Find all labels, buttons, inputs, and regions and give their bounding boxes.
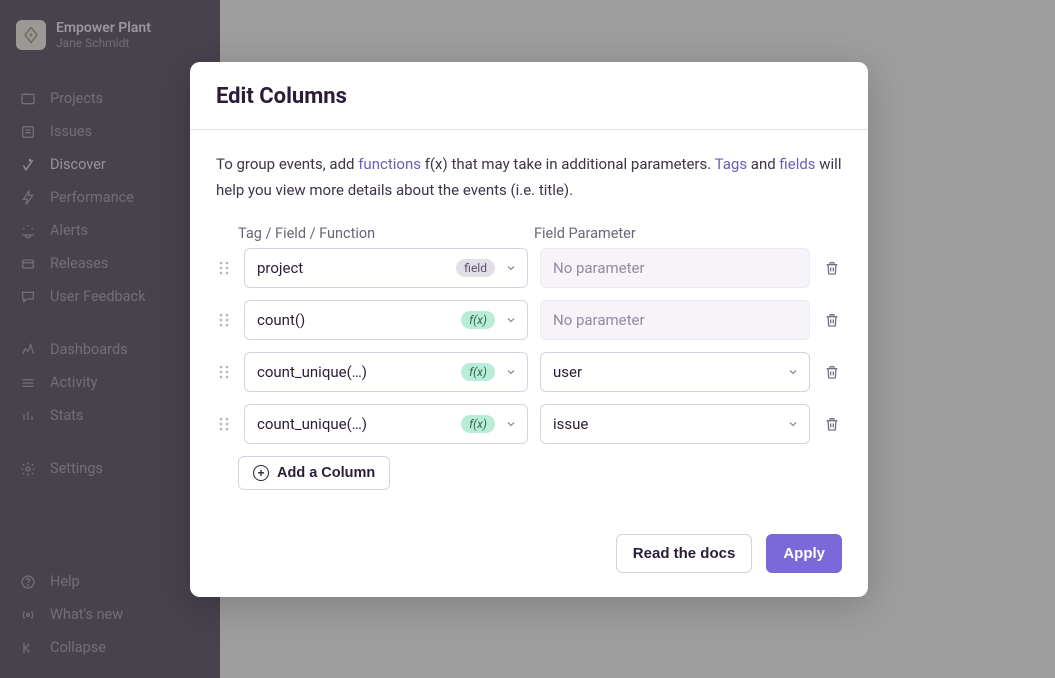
function-select[interactable]: count()f(x) — [244, 300, 528, 340]
modal-intro: To group events, add functions f(x) that… — [216, 152, 842, 203]
field-badge: field — [456, 259, 495, 277]
parameter-value: user — [553, 363, 783, 381]
function-value: count() — [257, 311, 461, 329]
column-header-function: Tag / Field / Function — [238, 225, 522, 242]
parameter-select: No parameter — [540, 248, 810, 288]
chevron-down-icon — [505, 262, 517, 274]
fields-link[interactable]: fields — [779, 155, 815, 173]
parameter-value: issue — [553, 415, 783, 433]
read-docs-button[interactable]: Read the docs — [616, 534, 753, 573]
delete-row-button[interactable] — [822, 312, 842, 328]
function-select[interactable]: count_unique(…)f(x) — [244, 352, 528, 392]
function-select[interactable]: projectfield — [244, 248, 528, 288]
chevron-down-icon — [505, 418, 517, 430]
drag-handle-icon[interactable] — [216, 416, 232, 432]
function-value: count_unique(…) — [257, 415, 461, 433]
function-badge: f(x) — [461, 363, 495, 381]
column-row: count()f(x) No parameter — [216, 300, 842, 340]
parameter-select[interactable]: issue — [540, 404, 810, 444]
chevron-down-icon — [787, 366, 799, 378]
function-badge: f(x) — [461, 311, 495, 329]
column-header-parameter: Field Parameter — [534, 225, 842, 242]
edit-columns-modal: Edit Columns To group events, add functi… — [190, 62, 868, 597]
chevron-down-icon — [505, 314, 517, 326]
parameter-value: No parameter — [553, 311, 799, 329]
parameter-select: No parameter — [540, 300, 810, 340]
tags-link[interactable]: Tags — [715, 155, 747, 173]
drag-handle-icon[interactable] — [216, 312, 232, 328]
column-row: count_unique(…)f(x) user — [216, 352, 842, 392]
drag-handle-icon[interactable] — [216, 364, 232, 380]
delete-row-button[interactable] — [822, 364, 842, 380]
parameter-select[interactable]: user — [540, 352, 810, 392]
column-row: count_unique(…)f(x) issue — [216, 404, 842, 444]
drag-handle-icon[interactable] — [216, 260, 232, 276]
plus-icon: + — [253, 465, 269, 481]
add-column-label: Add a Column — [277, 465, 375, 481]
function-value: count_unique(…) — [257, 363, 461, 381]
apply-button[interactable]: Apply — [766, 534, 842, 573]
modal-title: Edit Columns — [216, 84, 842, 109]
column-row: projectfield No parameter — [216, 248, 842, 288]
delete-row-button[interactable] — [822, 260, 842, 276]
add-column-button[interactable]: + Add a Column — [238, 456, 390, 490]
functions-link[interactable]: functions — [358, 155, 421, 173]
function-badge: f(x) — [461, 415, 495, 433]
chevron-down-icon — [787, 418, 799, 430]
function-select[interactable]: count_unique(…)f(x) — [244, 404, 528, 444]
function-value: project — [257, 259, 456, 277]
parameter-value: No parameter — [553, 259, 799, 277]
delete-row-button[interactable] — [822, 416, 842, 432]
chevron-down-icon — [505, 366, 517, 378]
